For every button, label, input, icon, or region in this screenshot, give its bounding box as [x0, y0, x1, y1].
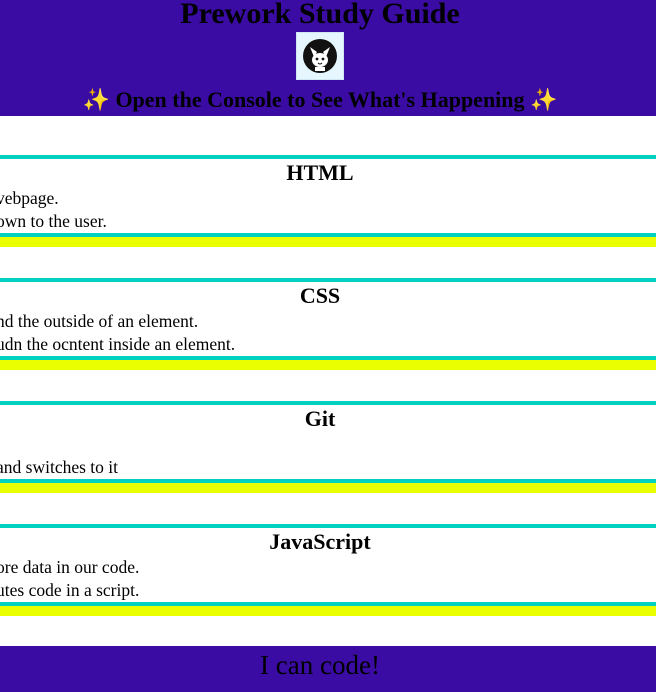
- sparkle-icon: ✨: [82, 87, 110, 112]
- section-html: HTML vebpage. own to the user.: [0, 155, 656, 261]
- note-line: nd the outside of an element.: [0, 311, 199, 331]
- console-hint-text: Open the Console to See What's Happening: [115, 87, 525, 112]
- cat-avatar-icon: [303, 39, 337, 73]
- section-javascript: JavaScript ore data in our code. utes co…: [0, 524, 656, 630]
- section-git: Git and switches to it: [0, 401, 656, 507]
- section-css: CSS nd the outside of an element. udn th…: [0, 278, 656, 384]
- footer-text: I can code!: [260, 650, 380, 680]
- page-header: Prework Study Guide ✨ Open the Console t…: [0, 0, 656, 116]
- section-footer-bars: [0, 356, 656, 370]
- note-line: ore data in our code.: [0, 557, 140, 577]
- note-line: and switches to it: [0, 457, 118, 477]
- page-footer: I can code!: [0, 646, 656, 692]
- avatar: [296, 32, 344, 80]
- section-title: HTML: [286, 160, 354, 185]
- section-title: JavaScript: [269, 529, 371, 554]
- section-title: CSS: [299, 283, 341, 308]
- note-line: udn the ocntent inside an element.: [0, 334, 236, 354]
- note-line: vebpage.: [0, 188, 59, 208]
- note-line: utes code in a script.: [0, 580, 140, 600]
- section-footer-bars: [0, 602, 656, 616]
- console-hint: ✨ Open the Console to See What's Happeni…: [0, 84, 640, 116]
- sparkle-icon: ✨: [530, 87, 558, 112]
- section-title: Git: [304, 406, 336, 431]
- note-line: own to the user.: [0, 211, 107, 231]
- page-title: Prework Study Guide: [180, 0, 460, 30]
- section-footer-bars: [0, 233, 656, 247]
- section-footer-bars: [0, 479, 656, 493]
